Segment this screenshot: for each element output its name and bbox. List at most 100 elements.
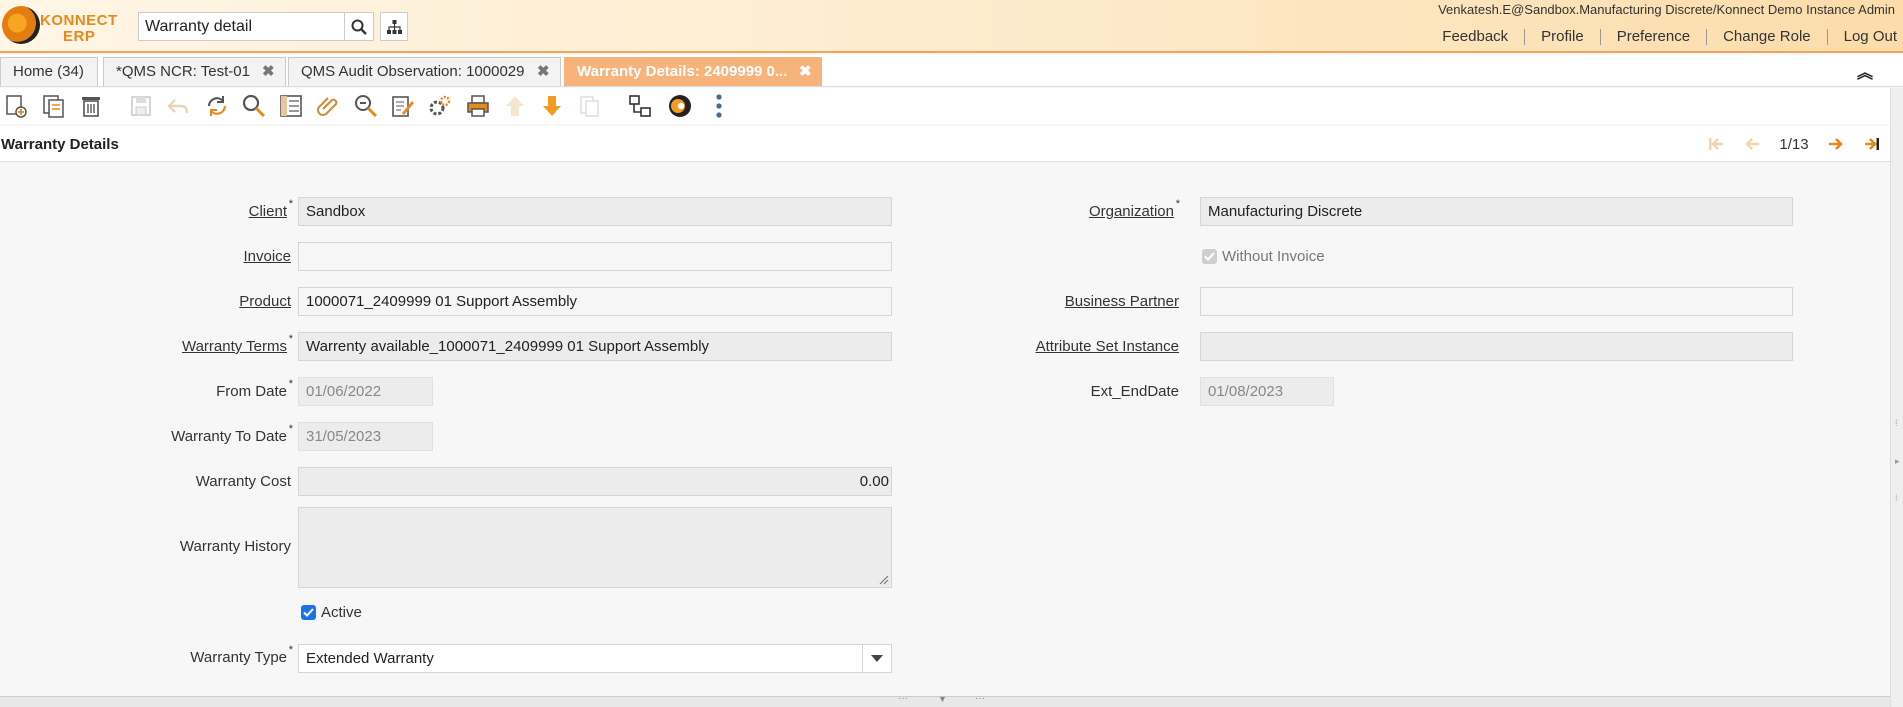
tab-home[interactable]: Home (34) <box>0 57 98 86</box>
preference-link[interactable]: Preference <box>1601 29 1708 45</box>
warranty-history-textarea[interactable] <box>298 507 892 588</box>
search-input[interactable] <box>138 12 345 41</box>
warranty-cost-field[interactable]: 0.00 <box>298 467 892 496</box>
record-count: 1/13 <box>1779 135 1809 153</box>
last-record-button[interactable] <box>1854 137 1890 151</box>
parent-record-button[interactable] <box>501 92 529 120</box>
without-invoice-checkbox[interactable]: Without Invoice <box>1202 248 1325 265</box>
window-toolbar <box>0 88 1890 124</box>
search-button[interactable] <box>345 12 374 41</box>
related-records-button[interactable] <box>626 92 654 120</box>
archive-button[interactable] <box>576 92 604 120</box>
warranty-details-form: Client * Sandbox Organization * Manufactur… <box>0 163 1890 693</box>
attachment-button[interactable] <box>314 92 342 120</box>
workflow-button[interactable] <box>666 92 694 120</box>
organization-field[interactable]: Manufacturing Discrete <box>1200 197 1793 226</box>
undo-button[interactable] <box>164 92 192 120</box>
ext-end-date-field[interactable]: 01/08/2023 <box>1200 377 1334 406</box>
next-record-icon <box>1829 138 1843 150</box>
window-tabs: Home (34) *QMS NCR: Test-01 ✖ QMS Audit … <box>0 55 1903 87</box>
ext-end-date-label: Ext_EndDate <box>1090 383 1179 400</box>
product-field[interactable]: 1000071_2409999 01 Support Assembly <box>298 287 892 316</box>
zoom-across-icon <box>355 95 378 118</box>
logo-mark-icon <box>2 6 40 44</box>
profile-link[interactable]: Profile <box>1525 29 1601 45</box>
attribute-set-instance-label[interactable]: Attribute Set Instance <box>1036 338 1179 355</box>
warranty-to-date-field[interactable]: 31/05/2023 <box>298 422 433 451</box>
copy-record-icon <box>43 95 64 118</box>
warranty-terms-label[interactable]: Warranty Terms * <box>182 333 293 355</box>
bottom-splitter[interactable]: ··· ▼ ··· <box>0 693 1890 707</box>
client-label[interactable]: Client * <box>249 198 293 220</box>
next-record-button[interactable] <box>1818 137 1854 151</box>
workflow-icon <box>669 95 691 117</box>
warranty-type-value: Extended Warranty <box>306 650 434 667</box>
print-button[interactable] <box>464 92 492 120</box>
close-tab-icon[interactable]: ✖ <box>799 58 812 86</box>
tab-qms-ncr[interactable]: *QMS NCR: Test-01 ✖ <box>103 57 286 86</box>
product-label[interactable]: Product <box>239 293 291 310</box>
warranty-type-select[interactable]: Extended Warranty <box>298 644 892 673</box>
more-options-button[interactable] <box>705 92 733 120</box>
checkbox-check-icon <box>301 605 316 620</box>
find-button[interactable] <box>240 92 268 120</box>
double-chevron-up-icon: ︽ <box>1856 65 1873 82</box>
global-search <box>138 12 374 41</box>
warranty-to-date-label: Warranty To Date * <box>171 423 293 445</box>
sitemap-icon <box>386 19 402 34</box>
note-button[interactable] <box>389 92 417 120</box>
delete-button[interactable] <box>77 92 105 120</box>
copy-record-button[interactable] <box>40 92 68 120</box>
resize-handle-icon[interactable] <box>878 574 889 585</box>
tab-qms-audit-observation[interactable]: QMS Audit Observation: 1000029 ✖ <box>288 57 561 86</box>
detail-record-button[interactable] <box>538 92 566 120</box>
splitter-collapse-icon[interactable]: ▼ <box>938 694 947 704</box>
first-record-button[interactable] <box>1698 137 1734 151</box>
refresh-button[interactable] <box>203 92 231 120</box>
from-date-field[interactable]: 01/06/2022 <box>298 377 433 406</box>
checkbox-check-icon <box>1202 249 1217 264</box>
invoice-label[interactable]: Invoice <box>243 248 291 265</box>
client-field[interactable]: Sandbox <box>298 197 892 226</box>
save-button[interactable] <box>127 92 155 120</box>
collapse-header-button[interactable]: ︽ <box>1857 59 1873 83</box>
related-records-icon <box>629 95 651 117</box>
business-partner-field[interactable] <box>1200 287 1793 316</box>
rail-handle-icon: ⁞ <box>1895 418 1898 428</box>
warranty-terms-field[interactable]: Warrenty available_1000071_2409999 01 Su… <box>298 332 892 361</box>
process-button[interactable] <box>426 92 454 120</box>
logo-line1: KONNECT <box>40 12 118 29</box>
menu-tree-button[interactable] <box>380 12 408 41</box>
active-checkbox[interactable]: Active <box>301 604 362 621</box>
process-icon <box>429 95 451 116</box>
tab-label: Warranty Details: 2409999 0... <box>577 63 788 80</box>
search-icon <box>351 19 367 35</box>
tab-label: *QMS NCR: Test-01 <box>116 63 250 80</box>
business-partner-label[interactable]: Business Partner <box>1065 293 1179 310</box>
window-title-row: Warranty Details 1/13 <box>0 126 1890 162</box>
logout-link[interactable]: Log Out <box>1828 29 1897 45</box>
grid-toggle-button[interactable] <box>277 92 305 120</box>
konnect-erp-logo[interactable]: KONNECT ERP <box>2 4 126 48</box>
active-label: Active <box>321 604 362 621</box>
warranty-history-label: Warranty History <box>179 538 291 555</box>
find-icon <box>242 94 266 118</box>
close-tab-icon[interactable]: ✖ <box>262 58 275 86</box>
dropdown-button[interactable] <box>862 645 891 672</box>
close-tab-icon[interactable]: ✖ <box>537 58 550 86</box>
rail-handle-icon: ⁞ <box>1895 493 1898 503</box>
new-record-button[interactable] <box>2 92 30 120</box>
tab-warranty-details[interactable]: Warranty Details: 2409999 0... ✖ <box>564 57 822 86</box>
organization-label[interactable]: Organization * <box>1089 198 1180 220</box>
right-side-rail[interactable]: ⁞ ▸ ⁞ <box>1890 88 1903 707</box>
attribute-set-instance-field[interactable] <box>1200 332 1793 361</box>
last-record-icon <box>1865 138 1879 150</box>
change-role-link[interactable]: Change Role <box>1707 29 1828 45</box>
zoom-across-button[interactable] <box>352 92 380 120</box>
parent-record-icon <box>506 96 524 116</box>
feedback-link[interactable]: Feedback <box>1426 29 1526 45</box>
rail-expand-icon: ▸ <box>1895 456 1900 466</box>
archive-icon <box>580 96 599 117</box>
invoice-field[interactable] <box>298 242 892 271</box>
previous-record-button[interactable] <box>1734 137 1770 151</box>
